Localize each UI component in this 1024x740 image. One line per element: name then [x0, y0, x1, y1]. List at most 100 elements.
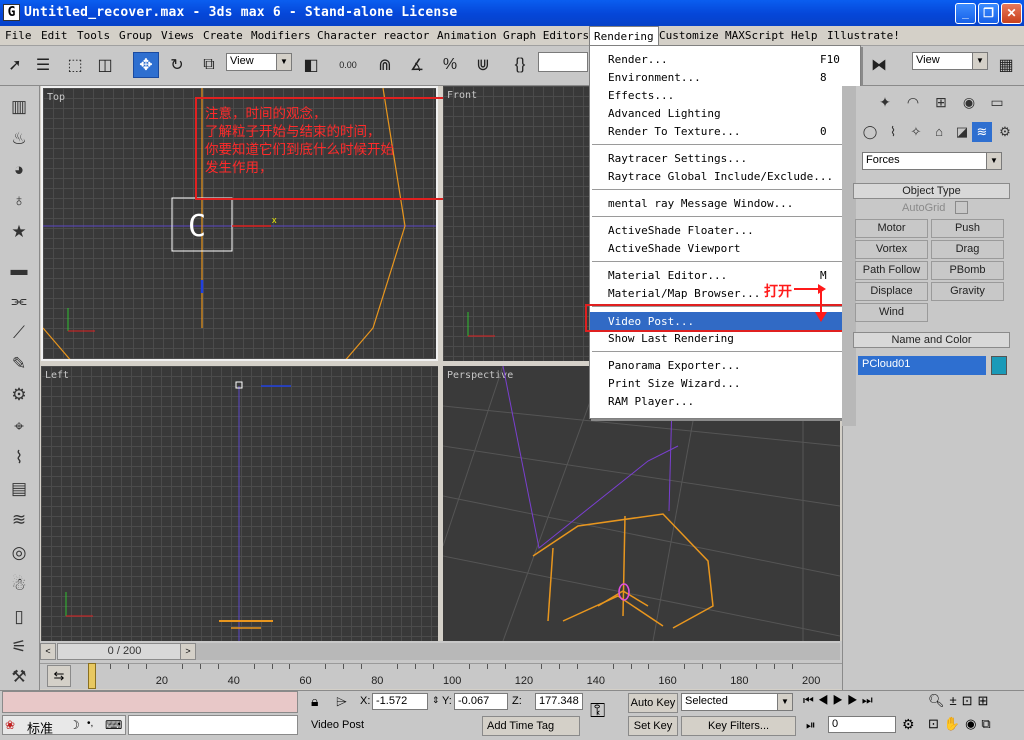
menu-views[interactable]: Views: [161, 29, 194, 42]
current-frame-field[interactable]: 0: [828, 716, 896, 733]
next-frame-button[interactable]: >: [180, 643, 196, 660]
menu-item-activeshade-floater[interactable]: ActiveShade Floater...: [590, 221, 860, 239]
display-tab-icon[interactable]: ▭: [986, 92, 1008, 112]
star-icon[interactable]: ★: [6, 219, 32, 245]
autogrid-checkbox[interactable]: [955, 201, 968, 214]
named-selection-field[interactable]: [538, 52, 588, 72]
menu-grapheditors[interactable]: Graph Editors: [503, 29, 589, 42]
y-coordinate-field[interactable]: -0.067: [454, 693, 508, 710]
menu-item-ram-player[interactable]: RAM Player...: [590, 392, 860, 410]
menu-edit[interactable]: Edit: [41, 29, 68, 42]
menu-character[interactable]: Character: [317, 29, 377, 42]
set-key-button[interactable]: Set Key: [628, 716, 678, 736]
menu-item-panorama-exporter[interactable]: Panorama Exporter...: [590, 356, 860, 374]
menu-item-print-size-wizard[interactable]: Print Size Wizard...: [590, 374, 860, 392]
box-icon[interactable]: ▬: [6, 257, 32, 283]
spinner-toggle-icon[interactable]: ⋓: [470, 52, 496, 78]
spring-icon[interactable]: ⫘: [6, 288, 32, 314]
time-slider[interactable]: 0 / 200: [57, 643, 192, 660]
time-marker[interactable]: [88, 663, 96, 689]
add-time-tag-button[interactable]: Add Time Tag: [482, 716, 580, 736]
snap-toggle-icon[interactable]: ⋒: [372, 52, 398, 78]
viewport-nav-top[interactable]: 🔍︎±⊡⊞: [928, 693, 993, 709]
selection-set-combo[interactable]: Selected ▼: [681, 693, 793, 711]
displace-button[interactable]: Displace: [855, 282, 928, 301]
move-icon[interactable]: ✥: [133, 52, 159, 78]
motor-button[interactable]: Motor: [855, 219, 928, 238]
playback-controls[interactable]: ⏮◀▶▶⏭: [803, 693, 877, 708]
menu-customize[interactable]: Customize: [659, 29, 719, 42]
percent-snap-icon[interactable]: %: [437, 52, 463, 78]
menu-item-advanced-lighting[interactable]: Advanced Lighting▶: [590, 104, 860, 122]
systems-icon[interactable]: ⚙: [995, 122, 1015, 142]
menu-item-render-to-texture[interactable]: Render To Texture... 0: [590, 122, 860, 140]
object-name-field[interactable]: PCloud01: [858, 356, 986, 375]
gear-icon[interactable]: ⚙: [6, 382, 32, 408]
angle-snap-icon[interactable]: ∡: [404, 52, 430, 78]
lights-icon[interactable]: ✧: [906, 122, 926, 142]
menu-illustrate[interactable]: Illustrate!: [827, 29, 900, 42]
motion-tab-icon[interactable]: ◉: [958, 92, 980, 112]
x-spinner-icon[interactable]: ⇕: [432, 695, 440, 706]
teapot-icon[interactable]: ♨: [6, 126, 32, 152]
category-combo[interactable]: Forces ▼: [862, 152, 1002, 170]
menu-item-render[interactable]: Render... F10: [590, 50, 860, 68]
key-icon[interactable]: ⚿: [590, 700, 605, 723]
view-combo[interactable]: View ▼: [912, 52, 988, 70]
scale-icon[interactable]: ⧉: [196, 52, 222, 78]
brush-icon[interactable]: ✎: [6, 351, 32, 377]
minimize-button[interactable]: _: [955, 3, 976, 24]
render-icon[interactable]: ▦: [993, 52, 1019, 78]
absolute-mode-icon[interactable]: ⌲: [336, 693, 347, 710]
menu-item-activeshade-viewport[interactable]: ActiveShade Viewport: [590, 239, 860, 257]
page-icon[interactable]: ▯: [6, 604, 32, 630]
rotate-icon[interactable]: ↻: [164, 52, 190, 78]
push-button[interactable]: Push: [931, 219, 1004, 238]
menu-tools[interactable]: Tools: [77, 29, 110, 42]
ime-bar[interactable]: ❀ 标准 ☽ •, ⌨: [2, 715, 126, 737]
window-crossing-icon[interactable]: ◫: [92, 52, 118, 78]
wind-button[interactable]: Wind: [855, 303, 928, 322]
menu-file[interactable]: File: [5, 29, 32, 42]
selection-region-icon[interactable]: ⬚: [62, 52, 88, 78]
geometry-icon[interactable]: ◯: [860, 122, 880, 142]
space-warps-icon[interactable]: ≋: [972, 122, 992, 142]
modify-tab-icon[interactable]: ◠: [902, 92, 924, 112]
viewport-left[interactable]: Left: [41, 366, 438, 641]
hierarchy-tab-icon[interactable]: ⊞: [930, 92, 952, 112]
menu-reactor[interactable]: reactor: [383, 29, 429, 42]
pbomb-button[interactable]: PBomb: [931, 261, 1004, 280]
z-coordinate-field[interactable]: 177.348: [535, 693, 583, 710]
time-config-icon[interactable]: ⚙: [902, 716, 915, 733]
menu-group[interactable]: Group: [119, 29, 152, 42]
menu-animation[interactable]: Animation: [437, 29, 497, 42]
menu-item-mental-ray-message-window[interactable]: mental ray Message Window...: [590, 194, 860, 212]
vortex-button[interactable]: Vortex: [855, 240, 928, 259]
select-by-name-icon[interactable]: ☰: [30, 52, 56, 78]
grid-icon[interactable]: ▤: [6, 476, 32, 502]
menu-rendering[interactable]: Rendering: [589, 26, 659, 46]
maximize-button[interactable]: ❐: [978, 3, 999, 24]
menu-item-raytrace-global-include-exclude[interactable]: Raytrace Global Include/Exclude...: [590, 167, 860, 185]
tube-icon[interactable]: ⟋: [6, 320, 32, 346]
viewport-nav-bottom[interactable]: ⊡✋◉⧉: [928, 716, 996, 732]
drag-button[interactable]: Drag: [931, 240, 1004, 259]
spinner-snap-icon[interactable]: 0.00: [335, 52, 361, 78]
sphere-icon[interactable]: ◕: [6, 157, 32, 183]
moon-icon[interactable]: ☽: [69, 718, 80, 732]
ime-mode[interactable]: 标准: [27, 718, 53, 737]
object-type-rollout[interactable]: Object Type: [853, 183, 1010, 199]
app-icon[interactable]: G: [3, 4, 20, 21]
prev-frame-button[interactable]: <: [40, 643, 56, 660]
pin-icon[interactable]: ⌖: [6, 414, 32, 440]
named-selection-icon[interactable]: {}: [507, 52, 533, 78]
path-follow-button[interactable]: Path Follow: [855, 261, 928, 280]
menu-modifiers[interactable]: Modifiers: [251, 29, 311, 42]
mirror-icon[interactable]: ⧓: [866, 52, 892, 78]
hammer-icon[interactable]: ⚒: [6, 664, 32, 690]
maxscript-listener[interactable]: [2, 691, 298, 713]
cameras-icon[interactable]: ⌂: [929, 122, 949, 142]
panel-scroll-strip[interactable]: [842, 86, 856, 426]
pivot-icon[interactable]: ◧: [298, 52, 324, 78]
select-arrow-icon[interactable]: ➚: [2, 52, 28, 78]
